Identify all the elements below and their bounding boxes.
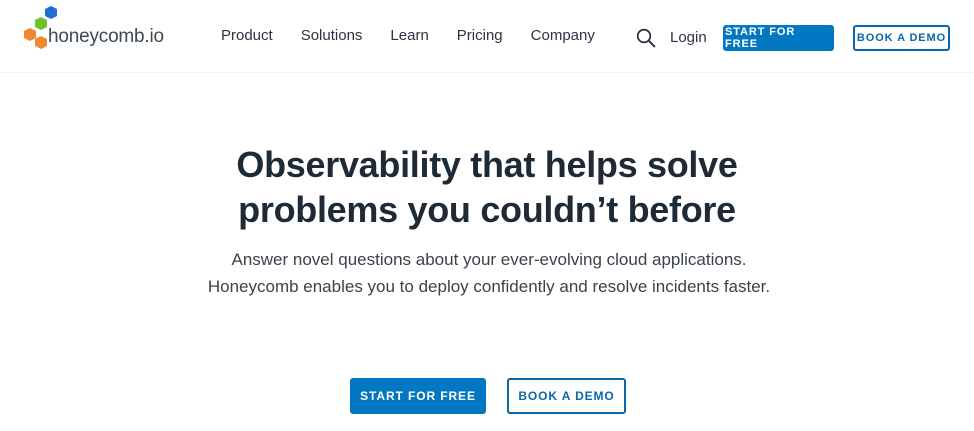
hero-book-a-demo-button[interactable]: BOOK A DEMO [507, 378, 626, 414]
nav-item-company[interactable]: Company [531, 27, 595, 44]
hero-title: Observability that helps solve problems … [0, 142, 974, 232]
honeycomb-logo[interactable]: honeycomb.io [22, 6, 172, 50]
hero-start-for-free-button[interactable]: START FOR FREE [350, 378, 486, 414]
search-icon [636, 28, 656, 48]
hero-subtitle: Answer novel questions about your ever-e… [207, 250, 771, 296]
hero-title-line-1: Observability that helps solve [236, 144, 738, 185]
nav-item-learn[interactable]: Learn [390, 27, 428, 44]
book-a-demo-button[interactable]: BOOK A DEMO [853, 25, 950, 51]
start-for-free-button[interactable]: START FOR FREE [723, 25, 834, 51]
nav-item-product[interactable]: Product [221, 27, 273, 44]
main-nav: Product Solutions Learn Pricing Company [221, 27, 595, 44]
hero-title-line-2: problems you couldn’t before [238, 189, 736, 230]
nav-item-pricing[interactable]: Pricing [457, 27, 503, 44]
search-button[interactable] [636, 28, 656, 48]
nav-item-solutions[interactable]: Solutions [301, 27, 363, 44]
site-header: honeycomb.io Product Solutions Learn Pri… [0, 0, 974, 73]
brand-name: honeycomb.io [48, 26, 164, 47]
login-link[interactable]: Login [670, 29, 707, 46]
